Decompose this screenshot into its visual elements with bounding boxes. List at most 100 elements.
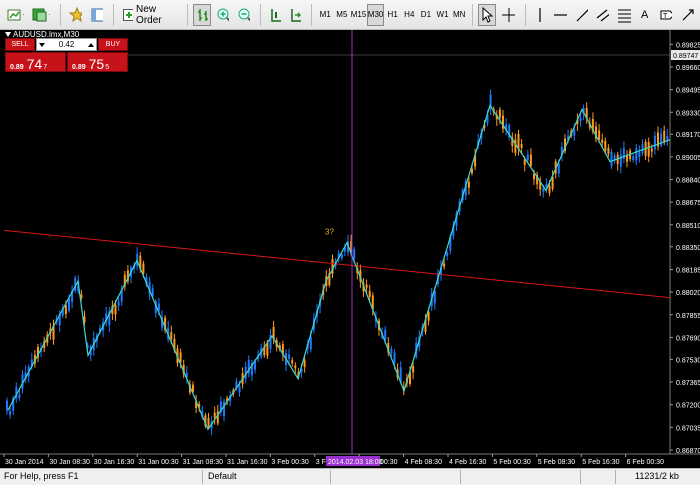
candle-body <box>179 352 182 363</box>
chart-shift-icon[interactable] <box>286 4 304 26</box>
fibonacci-icon[interactable] <box>614 4 633 26</box>
time-tick-label: 5 Feb 16:30 <box>582 459 619 466</box>
candle-body <box>650 148 653 152</box>
price-tick-label: 0.87690 <box>676 335 700 342</box>
candle-body <box>557 163 560 174</box>
timeframe-h1[interactable]: H1 <box>384 4 401 26</box>
candle-body <box>368 290 371 297</box>
wave-label: 3? <box>325 228 334 237</box>
text-tool-label: A <box>640 8 649 21</box>
timeframe-m30[interactable]: M30 <box>366 3 385 26</box>
horizontal-line-icon[interactable] <box>550 4 569 26</box>
candle-body <box>291 360 294 364</box>
profiles-icon[interactable] <box>29 4 53 26</box>
time-tick-label: 30 Jan 16:30 <box>94 459 135 466</box>
price-chart[interactable]: 0.898250.896600.894950.893300.891700.890… <box>0 30 700 468</box>
arrows-icon[interactable] <box>677 4 698 26</box>
timeframe-h4[interactable]: H4 <box>401 4 418 26</box>
price-tick-label: 0.89825 <box>676 42 700 49</box>
lot-size-field[interactable]: 0.42 <box>36 38 97 51</box>
lot-value[interactable]: 0.42 <box>59 40 75 49</box>
candle-body <box>142 263 145 274</box>
zoom-out-icon[interactable] <box>234 4 253 26</box>
time-tick-label: 5 Feb 08:30 <box>538 459 575 466</box>
candle-body <box>309 337 312 350</box>
candle-body <box>117 301 120 306</box>
timeframe-d1[interactable]: D1 <box>418 4 435 26</box>
vertical-line-icon[interactable] <box>530 4 548 26</box>
candle-body <box>573 129 576 136</box>
trendline <box>3 229 671 299</box>
candle-body <box>288 354 291 359</box>
sell-button[interactable]: SELL <box>5 38 35 51</box>
sell-price-pips: 74 <box>26 56 43 72</box>
crosshair-time-label: 2014.02.03 18:00 <box>328 459 383 466</box>
bar-chart-icon[interactable] <box>192 3 211 26</box>
candle-body <box>604 140 607 151</box>
candle-body <box>598 130 601 140</box>
time-tick-label: 31 Jan 08:30 <box>183 459 224 466</box>
new-order-label: New Order <box>136 3 162 26</box>
timeframe-m5[interactable]: M5 <box>334 4 351 26</box>
crosshair-icon[interactable] <box>498 4 517 26</box>
help-text: For Help, press F1 <box>4 471 79 481</box>
navigator-icon[interactable] <box>87 4 106 26</box>
status-divider <box>202 470 203 484</box>
candle-body <box>390 348 393 354</box>
buy-price-fraction: 5 <box>105 64 110 71</box>
favorites-icon[interactable] <box>66 4 85 26</box>
candle-body <box>548 185 551 194</box>
label-tool-icon[interactable]: T <box>656 4 675 26</box>
price-tick-label: 0.88840 <box>676 178 700 185</box>
candle-body <box>443 263 446 267</box>
price-tick-label: 0.89330 <box>676 110 700 117</box>
candle-body <box>303 360 306 368</box>
channel-icon[interactable] <box>593 4 612 26</box>
status-divider <box>330 470 331 484</box>
new-order-icon <box>123 8 134 21</box>
toolbar-separator <box>472 3 474 26</box>
candle-body <box>170 332 173 340</box>
zigzag-indicator <box>7 103 671 431</box>
time-tick-label: 5 Feb 00:30 <box>493 459 530 466</box>
candle-body <box>647 141 650 157</box>
sell-price[interactable]: 0.89 74 7 <box>5 52 66 72</box>
timeframe-m15[interactable]: M15 <box>350 4 367 26</box>
auto-scroll-icon[interactable] <box>266 4 284 26</box>
timeframe-mn[interactable]: MN <box>451 4 468 26</box>
candle-body <box>365 284 368 288</box>
candle-body <box>446 252 449 256</box>
price-tick-label: 0.87855 <box>676 313 700 320</box>
buy-price[interactable]: 0.89 75 5 <box>67 52 128 72</box>
price-tick-label: 0.87365 <box>676 380 700 387</box>
new-order-button[interactable]: New Order <box>119 4 180 26</box>
svg-text:T: T <box>663 13 668 20</box>
buy-button[interactable]: BUY <box>98 38 128 51</box>
candle-body <box>207 418 210 427</box>
timeframe-m1[interactable]: M1 <box>317 4 334 26</box>
toolbar-separator <box>186 3 188 26</box>
toolbar-separator <box>59 3 61 26</box>
zoom-in-icon[interactable] <box>213 4 232 26</box>
price-tick-label: 0.87200 <box>676 403 700 410</box>
toolbar: New Order M1 M5 M15 M30 H1 H4 D1 W1 MN A… <box>0 0 700 30</box>
price-tick-label: 0.88185 <box>676 267 700 274</box>
status-bar: For Help, press F1 Default 11231/2 kb <box>0 468 700 485</box>
time-tick-label: 31 Jan 16:30 <box>227 459 268 466</box>
new-chart-icon[interactable] <box>4 4 27 26</box>
cursor-icon[interactable] <box>478 3 497 26</box>
trendline-icon[interactable] <box>572 4 591 26</box>
buy-price-pips: 75 <box>88 56 105 72</box>
candle-body <box>64 305 67 314</box>
candle-body <box>638 152 641 158</box>
text-tool-icon[interactable]: A <box>636 4 654 26</box>
candle-body <box>663 130 666 143</box>
chart-area[interactable]: 0.89825 0.89660 0.89495 0.89330 0.89170 0.890… <box>0 30 700 468</box>
candle-body <box>533 173 535 180</box>
timeframe-w1[interactable]: W1 <box>434 4 451 26</box>
lot-up-icon[interactable] <box>87 42 94 48</box>
lot-down-icon[interactable] <box>39 42 45 48</box>
candle-body <box>9 410 12 415</box>
candle-body <box>523 159 526 165</box>
candle-body <box>412 366 415 373</box>
